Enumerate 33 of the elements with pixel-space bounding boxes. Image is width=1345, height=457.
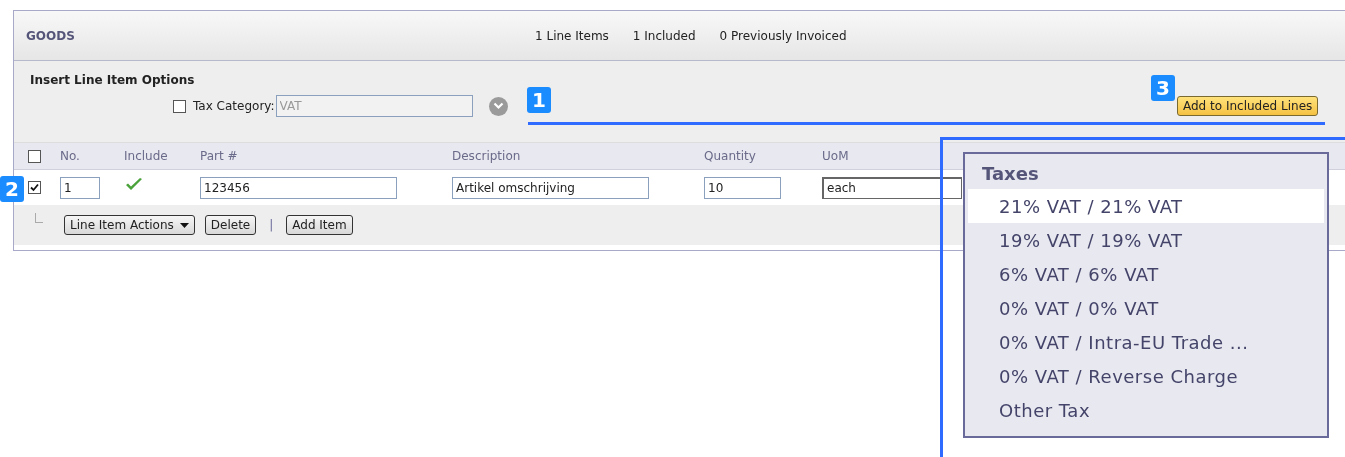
field-label: Tax Category: [193, 98, 275, 115]
column-header: No. [60, 148, 80, 165]
input-field[interactable]: each [822, 176, 962, 199]
callout-badge: 2 [0, 176, 24, 202]
column-header: Include [124, 148, 168, 165]
input-field[interactable]: 1 [60, 176, 100, 199]
dropdown-title: Taxes [981, 161, 1040, 186]
column-header: Part # [200, 148, 238, 165]
action-button[interactable]: Add Item [286, 215, 353, 235]
dropdown-toggle-icon[interactable] [488, 96, 508, 116]
stat-text: 0 Previously Invoiced [719, 27, 847, 45]
column-header: Description [452, 148, 521, 165]
stat-text: 1 Line Items [535, 27, 609, 45]
options-title: Insert Line Item Options [30, 72, 195, 89]
section-title: GOODS [26, 27, 75, 45]
add-to-included-lines-button[interactable]: Add to Included Lines [1177, 96, 1319, 116]
actions-menu-button[interactable]: Line Item Actions [64, 215, 195, 235]
action-button[interactable]: Delete [204, 215, 257, 235]
callout-badge: 1 [527, 87, 551, 113]
checkbox[interactable] [28, 149, 41, 163]
callout-badge: 3 [1151, 75, 1175, 101]
stat-text: 1 Included [632, 27, 696, 45]
separator-text: | [268, 217, 275, 234]
dropdown-option[interactable]: 21% VAT / 21% VAT [968, 189, 1324, 223]
caret-icon [179, 222, 189, 228]
checkbox[interactable] [28, 181, 41, 194]
tree-connector [35, 213, 43, 223]
input-field[interactable]: 10 [704, 176, 781, 199]
column-header: Quantity [704, 148, 756, 165]
input-field[interactable]: Artikel omschrijving [452, 176, 649, 199]
checkbox[interactable] [173, 99, 186, 113]
column-header: UoM [822, 148, 849, 165]
input-field[interactable]: 123456 [200, 176, 397, 199]
